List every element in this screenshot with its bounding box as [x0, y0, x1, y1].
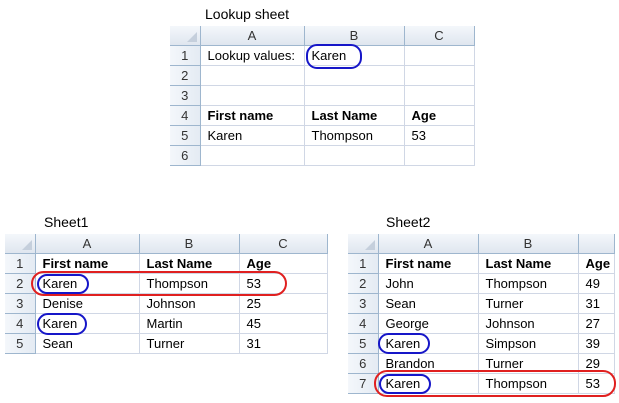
- column-header-c[interactable]: [578, 234, 615, 254]
- column-header-b[interactable]: B: [478, 234, 579, 254]
- karen-highlight-circle: [37, 313, 87, 335]
- row-header[interactable]: 3: [348, 293, 379, 314]
- cell[interactable]: John: [378, 273, 479, 294]
- cell[interactable]: 31: [578, 293, 615, 314]
- cell[interactable]: [200, 85, 305, 106]
- cell[interactable]: Thompson: [478, 273, 579, 294]
- column-header-b[interactable]: B: [304, 26, 405, 46]
- row-header[interactable]: 4: [5, 313, 36, 334]
- row-header[interactable]: 6: [348, 353, 379, 374]
- column-header-row: A B C: [170, 26, 475, 46]
- cell[interactable]: Johnson: [478, 313, 579, 334]
- cell[interactable]: [404, 65, 475, 86]
- cell[interactable]: George: [378, 313, 479, 334]
- cell[interactable]: Karen: [200, 125, 305, 146]
- cell[interactable]: Turner: [478, 293, 579, 314]
- karen-highlight-circle: [379, 374, 431, 394]
- select-all-icon: [186, 32, 197, 42]
- row-header[interactable]: 2: [170, 65, 201, 86]
- row-header[interactable]: 5: [170, 125, 201, 146]
- header-cell-age[interactable]: Age: [404, 105, 475, 126]
- cell[interactable]: 27: [578, 313, 615, 334]
- table-row: 4 George Johnson 27: [348, 313, 615, 334]
- cell[interactable]: [200, 65, 305, 86]
- karen-highlight-circle: [378, 333, 430, 354]
- select-all-corner[interactable]: [170, 26, 201, 46]
- row-header[interactable]: 2: [348, 273, 379, 294]
- column-header-b[interactable]: B: [139, 234, 240, 254]
- row-header[interactable]: 1: [170, 45, 201, 66]
- row-header[interactable]: 6: [170, 145, 201, 166]
- table-row: 5 Karen Thompson 53: [170, 125, 475, 146]
- column-header-a[interactable]: A: [378, 234, 479, 254]
- column-header-row: A B: [348, 234, 615, 254]
- column-header-a[interactable]: A: [200, 26, 305, 46]
- cell[interactable]: 31: [239, 333, 328, 354]
- cell[interactable]: Sean: [378, 293, 479, 314]
- row-header[interactable]: 5: [5, 333, 36, 354]
- cell[interactable]: 53: [404, 125, 475, 146]
- lookup-value-highlight-circle: [306, 44, 362, 69]
- row-header[interactable]: 3: [5, 293, 36, 314]
- column-header-c[interactable]: C: [404, 26, 475, 46]
- table-row: 5 Sean Turner 31: [5, 333, 328, 354]
- row-header[interactable]: 1: [348, 253, 379, 274]
- cell[interactable]: Sean: [35, 333, 140, 354]
- table-row: 6: [170, 145, 475, 166]
- cell[interactable]: Denise: [35, 293, 140, 314]
- cell[interactable]: [404, 45, 475, 66]
- cell[interactable]: Johnson: [139, 293, 240, 314]
- row-header[interactable]: 1: [5, 253, 36, 274]
- select-all-corner[interactable]: [348, 234, 379, 254]
- karen-highlight-circle: [37, 274, 89, 294]
- row-header[interactable]: 4: [348, 313, 379, 334]
- sheet2-title: Sheet2: [386, 214, 431, 230]
- table-row: 2 John Thompson 49: [348, 273, 615, 294]
- cell[interactable]: 45: [239, 313, 328, 334]
- select-all-corner[interactable]: [5, 234, 36, 254]
- cell[interactable]: [304, 145, 405, 166]
- row-header[interactable]: 5: [348, 333, 379, 354]
- cell[interactable]: 49: [578, 273, 615, 294]
- lookup-values-label-cell[interactable]: Lookup values:: [200, 45, 305, 66]
- column-header-a[interactable]: A: [35, 234, 140, 254]
- header-cell-first-name[interactable]: First name: [378, 253, 479, 274]
- header-cell-age[interactable]: Age: [578, 253, 615, 274]
- cell[interactable]: [200, 145, 305, 166]
- table-row: 3 Sean Turner 31: [348, 293, 615, 314]
- header-cell-last-name[interactable]: Last Name: [304, 105, 405, 126]
- select-all-icon: [21, 240, 32, 250]
- header-cell-first-name[interactable]: First name: [200, 105, 305, 126]
- cell[interactable]: 39: [578, 333, 615, 354]
- cell[interactable]: [404, 85, 475, 106]
- cell[interactable]: Simpson: [478, 333, 579, 354]
- column-header-c[interactable]: C: [239, 234, 328, 254]
- header-cell-last-name[interactable]: Last Name: [478, 253, 579, 274]
- table-row: 1 First name Last Name Age: [348, 253, 615, 274]
- sheet1-title: Sheet1: [44, 214, 89, 230]
- table-row: 4 First name Last Name Age: [170, 105, 475, 126]
- cell[interactable]: Turner: [139, 333, 240, 354]
- table-row: 3: [170, 85, 475, 106]
- lookup-sheet-title: Lookup sheet: [205, 6, 290, 22]
- cell[interactable]: 25: [239, 293, 328, 314]
- cell[interactable]: [304, 85, 405, 106]
- column-header-row: A B C: [5, 234, 328, 254]
- table-row: 3 Denise Johnson 25: [5, 293, 328, 314]
- row-header[interactable]: 4: [170, 105, 201, 126]
- cell[interactable]: Thompson: [304, 125, 405, 146]
- cell[interactable]: [404, 145, 475, 166]
- row-header[interactable]: 3: [170, 85, 201, 106]
- select-all-icon: [364, 240, 375, 250]
- cell[interactable]: Martin: [139, 313, 240, 334]
